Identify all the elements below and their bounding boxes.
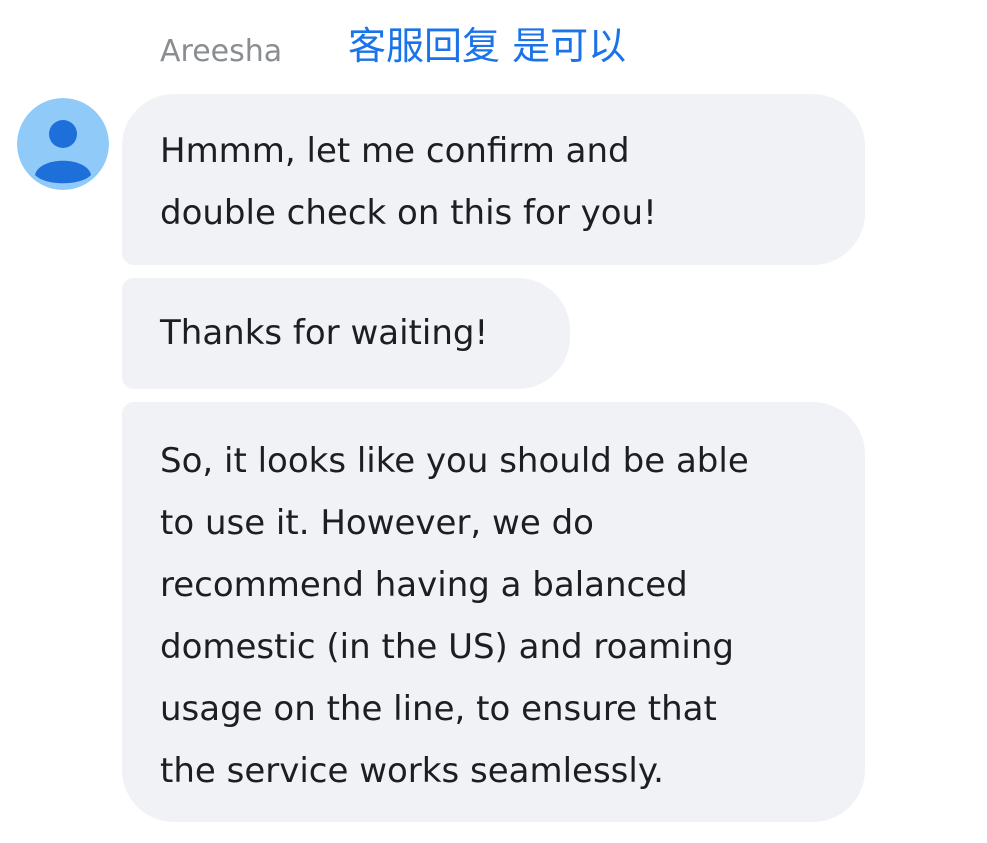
annotation-overlay: 客服回复 是可以 xyxy=(348,24,627,68)
message-bubble[interactable]: Hmmm, let me confirm and double check on… xyxy=(122,94,865,265)
message-text-line: recommend having a balanced xyxy=(160,565,688,605)
message-text-line: Thanks for waiting! xyxy=(160,313,489,353)
message-text-line: domestic (in the US) and roaming xyxy=(160,627,734,667)
sender-name: Areesha xyxy=(160,34,283,69)
user-silhouette-icon xyxy=(17,98,109,190)
message-text-line: Hmmm, let me confirm and xyxy=(160,131,630,171)
message-text-line: to use it. However, we do xyxy=(160,503,594,543)
message-text-line: double check on this for you! xyxy=(160,193,657,233)
message-text-line: usage on the line, to ensure that xyxy=(160,689,717,729)
message-text-line: the service works seamlessly. xyxy=(160,751,664,791)
message-bubble[interactable]: Thanks for waiting! xyxy=(122,278,570,389)
avatar[interactable] xyxy=(17,98,109,190)
message-bubble[interactable]: So, it looks like you should be able to … xyxy=(122,402,865,822)
message-text-line: So, it looks like you should be able xyxy=(160,441,749,481)
